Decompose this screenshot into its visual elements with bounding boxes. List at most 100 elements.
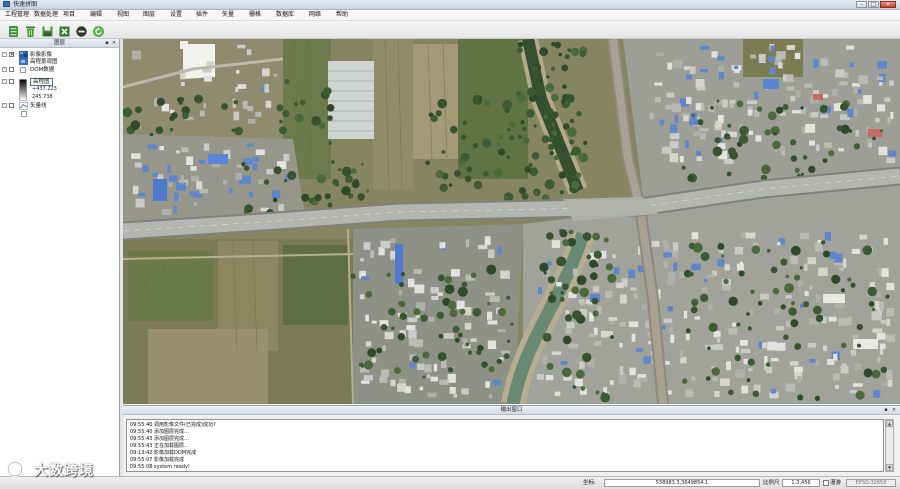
tree — [565, 93, 575, 104]
tree — [734, 354, 741, 361]
building — [235, 172, 242, 180]
scale-field[interactable]: 1:3,456 — [782, 479, 820, 487]
tree — [244, 204, 253, 214]
expand-toggle[interactable]: - — [2, 52, 7, 57]
tree — [710, 105, 714, 110]
close-button[interactable]: ✕ — [880, 1, 896, 8]
log-scrollbar[interactable]: ▲ ▼ — [885, 419, 894, 472]
tree — [361, 162, 364, 166]
maximize-button[interactable]: □ — [868, 1, 879, 8]
menu-project-manage[interactable]: 工程管理 — [4, 10, 30, 20]
building — [852, 334, 859, 339]
tree — [461, 281, 468, 288]
building — [579, 361, 585, 369]
delete-icon[interactable] — [24, 23, 37, 37]
building — [487, 340, 497, 350]
building — [413, 269, 422, 274]
tree — [559, 297, 565, 302]
expand-toggle[interactable]: - — [2, 103, 7, 108]
expand-toggle[interactable]: - — [2, 67, 7, 72]
tree — [592, 232, 600, 241]
menu-edit[interactable]: 编辑 — [89, 10, 103, 20]
tree — [564, 54, 570, 60]
layer-item-dom[interactable]: - DOM数据 — [0, 66, 118, 74]
tree — [547, 143, 555, 151]
tree — [488, 366, 495, 373]
building — [855, 363, 862, 370]
title-bar: 快速拼图 – □ ✕ — [0, 0, 900, 10]
tree — [799, 266, 803, 270]
building — [132, 185, 139, 195]
building — [694, 316, 701, 320]
building — [877, 104, 886, 112]
layer-subitem-elevation-view[interactable]: 高程景观图 — [0, 58, 118, 66]
building — [203, 143, 210, 151]
layer-checkbox[interactable] — [9, 67, 14, 72]
tree — [311, 116, 321, 126]
tree — [326, 104, 335, 112]
tree — [483, 171, 489, 177]
building — [853, 108, 858, 117]
stop-icon[interactable] — [75, 23, 88, 37]
building — [173, 205, 177, 214]
layer-checkbox[interactable] — [9, 103, 14, 108]
building — [663, 252, 672, 258]
log-text-area[interactable]: 09:55:40 调用影像文件(已完成)成功? 09:55:40 添加图层完成.… — [126, 419, 884, 472]
tree — [177, 97, 183, 103]
tree — [244, 165, 250, 171]
menu-settings[interactable]: 设置 — [169, 10, 183, 20]
tree — [135, 106, 142, 114]
building — [724, 264, 730, 271]
layers-icon[interactable] — [7, 23, 20, 37]
close-icon[interactable]: ✕ — [891, 407, 897, 413]
building — [811, 112, 819, 118]
export-excel-icon[interactable] — [58, 23, 71, 37]
building — [613, 267, 620, 275]
menu-raster[interactable]: 栅格 — [248, 10, 262, 20]
tree — [547, 136, 554, 143]
tree — [582, 352, 592, 363]
tree — [569, 118, 575, 124]
refresh-icon[interactable] — [92, 23, 105, 37]
tree — [156, 97, 165, 106]
scroll-up-icon[interactable]: ▲ — [886, 420, 893, 427]
map-canvas[interactable] — [123, 39, 900, 404]
building — [733, 69, 740, 73]
tree — [815, 314, 824, 323]
building — [670, 124, 678, 133]
tree — [582, 232, 592, 241]
tree — [556, 256, 567, 267]
layer-checkbox[interactable]: ✕ — [9, 52, 14, 58]
menu-help[interactable]: 帮助 — [335, 10, 349, 20]
building — [451, 269, 460, 277]
menu-layer[interactable]: 图层 — [142, 10, 156, 20]
building — [813, 94, 823, 100]
roam-checkbox[interactable] — [823, 480, 829, 486]
building — [834, 385, 840, 389]
menu-data-process[interactable]: 数据处理 — [33, 10, 59, 20]
tree — [241, 161, 246, 167]
building — [619, 294, 627, 304]
menu-database[interactable]: 数据库 — [275, 10, 295, 20]
menu-plugins[interactable]: 插件 — [195, 10, 209, 20]
menu-project[interactable]: 项目 — [62, 10, 76, 20]
layer-item-vector-line[interactable]: - 矢量线 — [0, 102, 118, 110]
scroll-down-icon[interactable]: ▼ — [886, 464, 893, 471]
building — [248, 119, 256, 124]
building — [189, 191, 200, 196]
pin-icon[interactable]: ▪ — [883, 407, 889, 413]
building — [181, 82, 185, 86]
building — [880, 320, 888, 325]
expand-toggle[interactable]: - — [2, 79, 7, 84]
minimize-button[interactable]: – — [856, 1, 867, 8]
menu-vector[interactable]: 矢量 — [221, 10, 235, 20]
tree — [272, 197, 278, 203]
save-icon[interactable] — [41, 23, 54, 37]
menu-view[interactable]: 视图 — [116, 10, 130, 20]
close-icon[interactable]: ✕ — [111, 40, 117, 46]
layer-checkbox[interactable] — [9, 79, 14, 84]
building — [873, 390, 881, 398]
building — [175, 150, 180, 154]
pin-icon[interactable]: ▪ — [104, 40, 110, 46]
menu-network[interactable]: 网络 — [308, 10, 322, 20]
